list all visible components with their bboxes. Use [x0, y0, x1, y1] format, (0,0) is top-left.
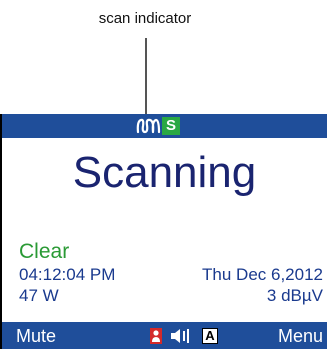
menu-softkey[interactable]: Menu [278, 326, 323, 347]
current-date: Thu Dec 6,2012 [202, 265, 323, 284]
radio-display-screen: S Scanning Clear 04:12:04 PM Thu Dec 6,2… [0, 114, 327, 349]
softkey-bar: Mute A Menu [2, 322, 327, 349]
mute-softkey[interactable]: Mute [16, 326, 56, 347]
speaker-icon [171, 329, 189, 343]
power-level: 47 W [19, 286, 59, 305]
status-bar: S [2, 114, 327, 138]
callout-leader-line [145, 38, 147, 115]
scan-indicator-icon [136, 118, 161, 134]
scan-status-title: Scanning [72, 148, 257, 197]
signal-level: 3 dBµV [266, 286, 323, 305]
channel-clear-status: Clear [19, 240, 70, 263]
current-time: 04:12:04 PM [19, 265, 116, 284]
s-badge: S [162, 117, 180, 135]
scan-indicator-callout-label: scan indicator [98, 10, 192, 27]
a-badge: A [202, 328, 218, 344]
person-icon [150, 328, 162, 344]
